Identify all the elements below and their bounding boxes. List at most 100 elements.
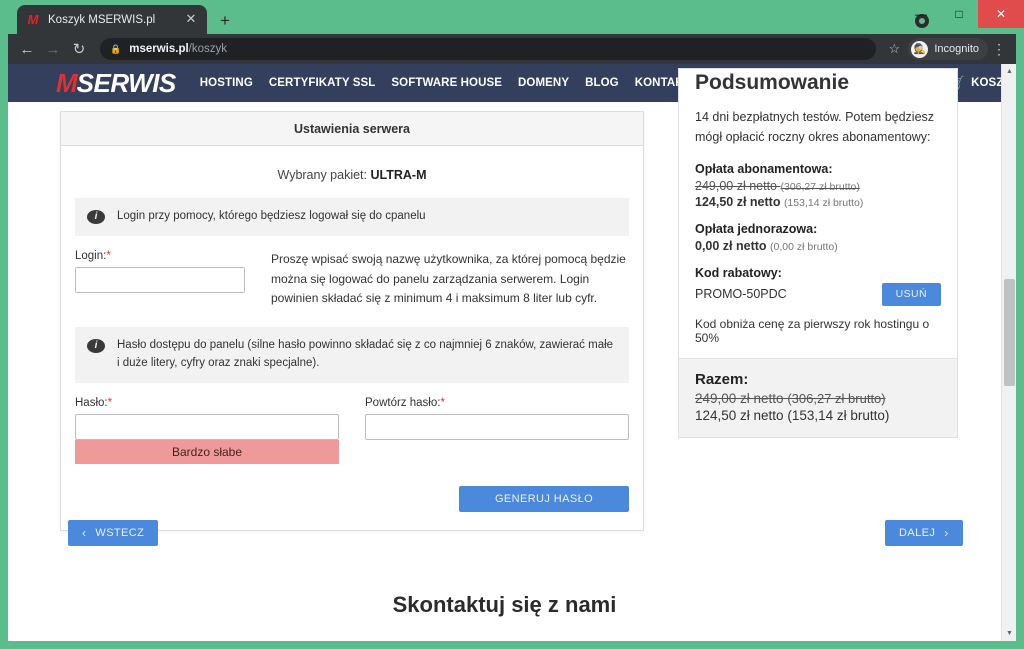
onetime-brutto: (0,00 zł brutto) <box>770 241 838 253</box>
selected-package: Wybrany pakiet: ULTRA-M <box>75 168 629 182</box>
password-form-row: Hasło:* Bardzo słabe Powtórz hasło:* <box>75 397 629 464</box>
total-new-netto: 124,50 zł netto <box>695 408 784 423</box>
logo-letter-m: M <box>56 68 77 99</box>
page-content: Ustawienia serwera Wybrany pakiet: ULTRA… <box>8 102 1001 641</box>
required-marker: * <box>108 397 112 409</box>
password-repeat-input[interactable] <box>365 414 629 440</box>
promo-description: Kod obniża cenę za pierwszy rok hostingu… <box>695 317 941 345</box>
tab-close-icon[interactable]: ✕ <box>183 12 199 28</box>
total-old-netto: 249,00 zł netto <box>695 391 784 406</box>
promo-code-label: Kod rabatowy: <box>695 266 941 280</box>
total-old-price: 249,00 zł netto (306,27 zł brutto) <box>695 391 941 406</box>
remove-promo-button[interactable]: USUŃ <box>882 283 941 306</box>
password-input[interactable] <box>75 414 339 440</box>
login-label-text: Login: <box>75 250 106 262</box>
generate-password-button[interactable]: GENERUJ HASŁO <box>459 486 629 512</box>
password-repeat-label: Powtórz hasło:* <box>365 397 629 409</box>
summary-body: 14 dni bezpłatnych testów. Potem będzies… <box>679 95 957 437</box>
password-label-text: Hasło: <box>75 397 108 409</box>
site-logo[interactable]: M SERWIS <box>56 68 176 99</box>
info-icon: i <box>87 339 105 353</box>
nav-link-hosting[interactable]: HOSTING <box>192 77 261 89</box>
browser-window: M Koszyk MSERWIS.pl ✕ + — □ ✕ ← → ↻ 🔒 ms… <box>0 0 1024 649</box>
login-info-box: i Login przy pomocy, którego będziesz lo… <box>75 198 629 236</box>
password-field-group: Hasło:* Bardzo słabe <box>75 397 339 464</box>
subscription-old-brutto: (306,27 zł brutto) <box>781 181 860 193</box>
subscription-new-brutto: (153,14 zł brutto) <box>784 197 863 209</box>
selected-package-prefix: Wybrany pakiet: <box>278 168 371 182</box>
password-info-box: i Hasło dostępu do panelu (silne hasło p… <box>75 327 629 383</box>
summary-intro-text: 14 dni bezpłatnych testów. Potem będzies… <box>695 107 941 148</box>
nav-label-koszyk: KOSZYK <box>969 77 1001 89</box>
incognito-icon: 🕵 <box>911 41 928 58</box>
url-path: /koszyk <box>189 43 227 55</box>
panel-title: Ustawienia serwera <box>294 122 410 136</box>
browser-tab[interactable]: M Koszyk MSERWIS.pl ✕ <box>17 5 207 34</box>
incognito-label: Incognito <box>934 43 979 55</box>
logo-text: SERWIS <box>77 68 176 99</box>
nav-link-domeny[interactable]: DOMENY <box>510 77 577 89</box>
window-minimize-button[interactable]: — <box>902 0 940 28</box>
scrollbar-thumb[interactable] <box>1004 279 1015 386</box>
login-field-group: Login:* <box>75 250 245 293</box>
browser-toolbar: ← → ↻ 🔒 mserwis.pl/koszyk ☆ 🕵 Incognito … <box>8 34 1016 64</box>
back-icon[interactable]: ← <box>14 36 40 62</box>
onetime-netto: 0,00 zł netto <box>695 239 767 253</box>
password-strength-bar: Bardzo słabe <box>75 440 339 464</box>
url-host: mserwis.pl <box>129 43 188 55</box>
password-label: Hasło:* <box>75 397 339 409</box>
subscription-new-price: 124,50 zł netto (153,14 zł brutto) <box>695 195 941 209</box>
chrome-menu-icon[interactable]: ⋮ <box>988 41 1010 58</box>
reload-icon[interactable]: ↻ <box>66 36 92 62</box>
server-settings-panel: Ustawienia serwera Wybrany pakiet: ULTRA… <box>60 111 644 531</box>
next-button[interactable]: DALEJ › <box>885 520 963 546</box>
panel-header: Ustawienia serwera <box>61 112 643 146</box>
promo-code-row: PROMO-50PDC USUŃ <box>695 283 941 306</box>
chevron-left-icon: ‹ <box>82 526 86 540</box>
login-description: Proszę wpisać swoją nazwę użytkownika, z… <box>271 250 629 309</box>
total-label: Razem: <box>695 371 941 388</box>
login-label: Login:* <box>75 250 245 262</box>
chevron-right-icon: › <box>944 526 948 540</box>
summary-title: Podsumowanie <box>679 71 957 95</box>
login-input[interactable] <box>75 267 245 293</box>
total-old-brutto: (306,27 zł brutto) <box>787 391 885 406</box>
nav-link-blog[interactable]: BLOG <box>577 77 627 89</box>
total-new-brutto: (153,14 zł brutto) <box>787 408 889 423</box>
incognito-indicator[interactable]: 🕵 Incognito <box>908 38 988 60</box>
subscription-fee-label: Opłata abonamentowa: <box>695 162 941 176</box>
new-tab-button[interactable]: + <box>214 10 236 32</box>
window-close-button[interactable]: ✕ <box>978 0 1024 28</box>
page-scrollbar[interactable]: ▲ ▼ <box>1001 64 1016 641</box>
password-info-text: Hasło dostępu do panelu (silne hasło pow… <box>117 337 617 373</box>
site-favicon-icon: M <box>25 12 41 28</box>
back-button-label: WSTECZ <box>95 527 144 539</box>
forward-icon[interactable]: → <box>40 36 66 62</box>
back-button[interactable]: ‹ WSTECZ <box>68 520 158 546</box>
total-box: Razem: 249,00 zł netto (306,27 zł brutto… <box>679 358 957 437</box>
next-button-label: DALEJ <box>899 527 935 539</box>
password-repeat-field-group: Powtórz hasło:* <box>365 397 629 464</box>
login-form-row: Login:* Proszę wpisać swoją nazwę użytko… <box>75 250 629 309</box>
info-icon: i <box>87 210 105 224</box>
onetime-price: 0,00 zł netto (0,00 zł brutto) <box>695 239 941 253</box>
selected-package-name: ULTRA-M <box>370 168 426 182</box>
total-new-price: 124,50 zł netto (153,14 zł brutto) <box>695 408 941 423</box>
nav-link-software-house[interactable]: SOFTWARE HOUSE <box>383 77 510 89</box>
tab-title: Koszyk MSERWIS.pl <box>48 14 183 26</box>
required-marker: * <box>106 250 110 262</box>
password-repeat-label-text: Powtórz hasło: <box>365 397 440 409</box>
promo-code-value: PROMO-50PDC <box>695 287 787 301</box>
nav-link-certyfikaty-ssl[interactable]: CERTYFIKATY SSL <box>261 77 384 89</box>
url-text: mserwis.pl/koszyk <box>129 43 227 55</box>
subscription-new-netto: 124,50 zł netto <box>695 195 780 209</box>
scroll-up-arrow-icon[interactable]: ▲ <box>1002 64 1016 79</box>
address-bar[interactable]: 🔒 mserwis.pl/koszyk <box>100 38 876 60</box>
scroll-down-arrow-icon[interactable]: ▼ <box>1002 626 1016 641</box>
generate-password-row: GENERUJ HASŁO <box>75 486 629 512</box>
onetime-fee-label: Opłata jednorazowa: <box>695 222 941 236</box>
window-maximize-button[interactable]: □ <box>940 0 978 28</box>
browser-tabstrip: M Koszyk MSERWIS.pl ✕ + — □ ✕ <box>0 0 1024 34</box>
lock-icon: 🔒 <box>110 44 121 55</box>
bookmark-star-icon[interactable]: ☆ <box>882 41 906 57</box>
